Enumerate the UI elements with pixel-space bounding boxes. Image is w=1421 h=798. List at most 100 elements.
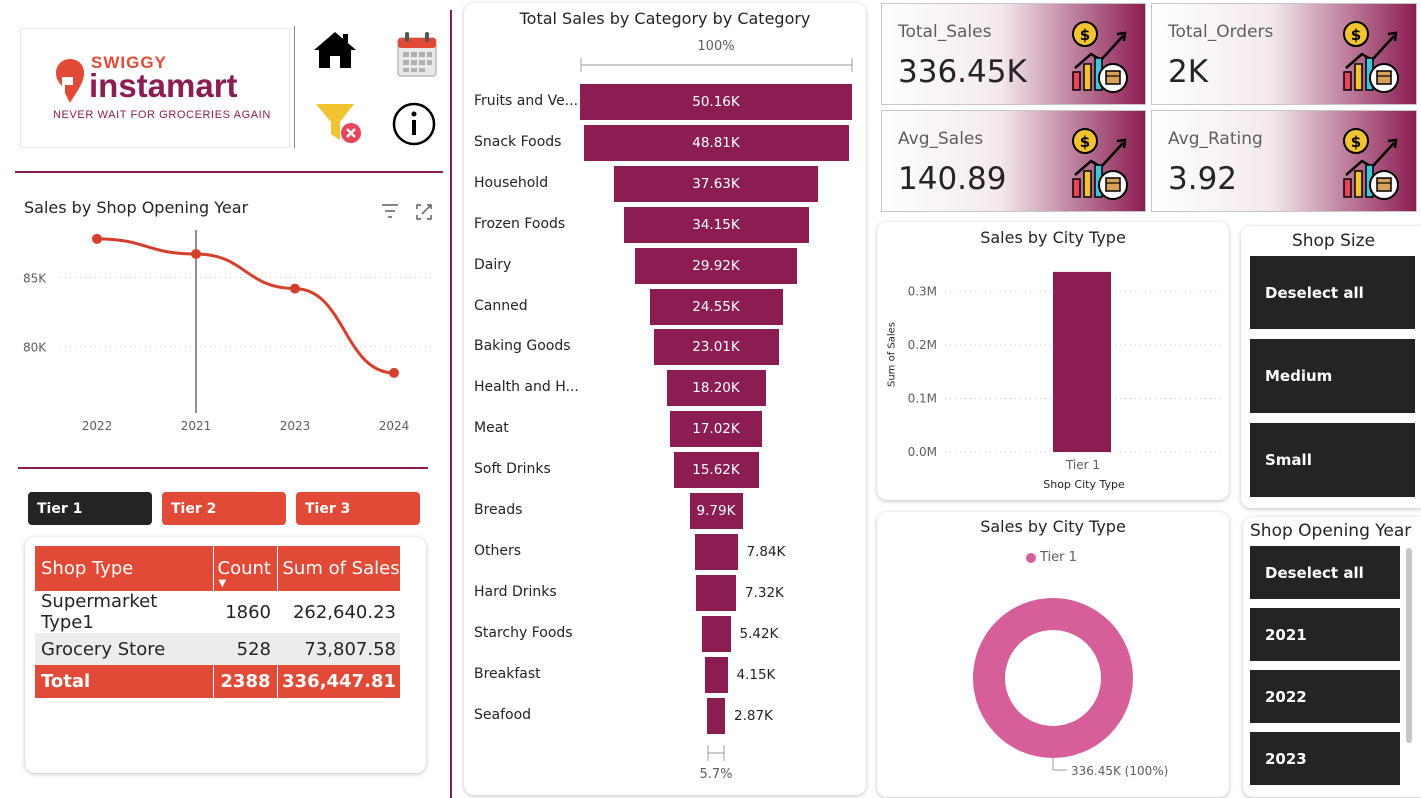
line-chart: 85K 80K 2022 2021 2023 2024 xyxy=(23,230,435,433)
opening-year-2021[interactable]: 2021 xyxy=(1250,608,1400,661)
sales-growth-icon xyxy=(1342,20,1400,94)
funnel-category-label: Starchy Foods xyxy=(474,625,573,641)
vertical-divider xyxy=(450,10,452,798)
clear-filter-icon[interactable] xyxy=(314,102,364,146)
funnel-category-label: Household xyxy=(474,175,549,191)
funnel-bar[interactable]: 24.55K xyxy=(649,289,783,325)
table-row: Supermarket Type1 1860 262,640.23 xyxy=(35,591,400,633)
donut-slice[interactable] xyxy=(973,598,1133,758)
data-point[interactable] xyxy=(389,367,399,378)
kpi-avg-rating-card: Avg_Rating 3.92 xyxy=(1151,110,1417,212)
funnel-bar[interactable] xyxy=(704,657,728,693)
funnel-category-label: Others xyxy=(474,543,522,559)
series-line xyxy=(96,237,395,375)
opening-year-2022[interactable]: 2022 xyxy=(1250,670,1400,723)
funnel-bar[interactable]: 17.02K xyxy=(670,411,762,447)
tier-2-button[interactable]: Tier 2 xyxy=(162,492,286,525)
opening-year-deselect-all[interactable]: Deselect all xyxy=(1250,546,1400,599)
opening-year-title: Shop Opening Year xyxy=(1250,521,1412,541)
funnel-value-label: 7.32K xyxy=(745,585,784,601)
kpi-avg-sales-card: Avg_Sales 140.89 xyxy=(881,110,1146,212)
matrix-total-count: 2388 xyxy=(212,665,277,698)
sales-growth-icon xyxy=(1342,127,1400,201)
filter-icon[interactable] xyxy=(381,203,399,219)
funnel-category-label: Health and H... xyxy=(474,379,579,395)
data-point[interactable] xyxy=(191,249,201,260)
kpi-value: 3.92 xyxy=(1168,161,1238,197)
opening-year-scrollbar[interactable] xyxy=(1406,548,1412,743)
data-point[interactable] xyxy=(290,283,300,294)
logo-divider xyxy=(294,26,295,148)
city-bar-xlabel: Shop City Type xyxy=(1043,478,1125,491)
funnel-bar[interactable] xyxy=(696,575,736,611)
funnel-category-label: Fruits and Ve... xyxy=(474,93,579,109)
funnel-bar[interactable] xyxy=(701,616,731,652)
home-icon[interactable] xyxy=(312,30,358,70)
matrix-total-sales: 336,447.81 xyxy=(276,665,400,698)
kpi-label: Avg_Rating xyxy=(1168,129,1263,149)
bar[interactable] xyxy=(1053,271,1111,452)
funnel-category-label: Dairy xyxy=(474,257,512,273)
funnel-value-label: 7.84K xyxy=(746,544,786,560)
logo: SWIGGY instamart NEVER WAIT FOR GROCERIE… xyxy=(20,28,290,148)
funnel-bar[interactable]: 9.79K xyxy=(689,493,743,529)
funnel-category-label: Frozen Foods xyxy=(474,216,566,232)
y-tick-label: 0.1M xyxy=(908,391,937,405)
x-tick-label: Tier 1 xyxy=(1065,458,1100,472)
line-chart-title: Sales by Shop Opening Year xyxy=(24,198,249,217)
kpi-label: Avg_Sales xyxy=(898,129,984,149)
shop-type-matrix: Shop Type Count ▼ Sum of Sales Supermark… xyxy=(35,546,400,698)
funnel-bar[interactable]: 34.15K xyxy=(623,207,809,243)
kpi-label: Total_Sales xyxy=(898,22,992,42)
opening-year-2023[interactable]: 2023 xyxy=(1250,732,1400,785)
shop-type-matrix-card: Shop Type Count ▼ Sum of Sales Supermark… xyxy=(25,537,426,773)
tier-3-button[interactable]: Tier 3 xyxy=(296,492,420,525)
funnel-category-label: Breads xyxy=(474,502,523,518)
matrix-header-sum-of-sales[interactable]: Sum of Sales xyxy=(276,546,400,591)
funnel-bar[interactable] xyxy=(707,698,725,734)
funnel-category-label: Meat xyxy=(474,420,509,436)
funnel-category-label: Soft Drinks xyxy=(474,461,551,477)
sales-growth-icon xyxy=(1071,20,1129,94)
funnel-top-bracket xyxy=(580,58,853,72)
funnel-category-label: Snack Foods xyxy=(474,134,562,150)
shop-size-small[interactable]: Small xyxy=(1250,423,1415,497)
funnel-bar[interactable]: 37.63K xyxy=(614,166,818,202)
funnel-bar[interactable]: 29.92K xyxy=(635,248,797,284)
focus-mode-icon[interactable] xyxy=(415,203,433,221)
kpi-total-sales-card: Total_Sales 336.45K xyxy=(881,3,1146,105)
tier-1-button[interactable]: Tier 1 xyxy=(28,492,152,525)
data-point[interactable] xyxy=(92,233,102,244)
shop-size-deselect-all[interactable]: Deselect all xyxy=(1250,256,1415,329)
leader-line xyxy=(1052,758,1067,771)
funnel-bar[interactable]: 18.20K xyxy=(666,370,766,406)
matrix-header-shop-type[interactable]: Shop Type xyxy=(35,546,213,591)
y-tick-label: 85K xyxy=(23,272,47,286)
matrix-cell-count: 528 xyxy=(236,638,271,660)
matrix-total-label: Total xyxy=(41,671,91,692)
kpi-value: 336.45K xyxy=(898,54,1027,90)
x-tick-label: 2021 xyxy=(181,419,212,433)
funnel-bar[interactable]: 23.01K xyxy=(653,329,779,365)
x-tick-label: 2022 xyxy=(82,419,113,433)
info-icon[interactable] xyxy=(391,101,437,147)
funnel-bottom-pct: 5.7% xyxy=(699,767,733,782)
shop-size-medium[interactable]: Medium xyxy=(1250,339,1415,413)
city-bar-title: Sales by City Type xyxy=(980,228,1126,247)
funnel-category-label: Canned xyxy=(474,298,528,314)
funnel-bar[interactable]: 15.62K xyxy=(673,452,759,488)
calendar-icon[interactable] xyxy=(396,30,438,78)
funnel-bar[interactable] xyxy=(694,534,738,570)
funnel-category-label: Hard Drinks xyxy=(474,584,557,600)
funnel-bar[interactable]: 48.81K xyxy=(583,125,849,161)
shop-size-title: Shop Size xyxy=(1291,231,1376,251)
kpi-label: Total_Orders xyxy=(1168,22,1274,42)
matrix-header-count[interactable]: Count ▼ xyxy=(212,546,277,591)
matrix-cell-sales: 262,640.23 xyxy=(292,601,396,623)
x-tick-label: 2024 xyxy=(379,419,410,433)
y-tick-label: 0.0M xyxy=(908,445,937,459)
funnel-bar[interactable]: 50.16K xyxy=(580,84,852,120)
funnel-top-pct: 100% xyxy=(697,39,735,54)
city-donut-chart xyxy=(973,598,1133,771)
kpi-value: 140.89 xyxy=(898,161,1007,197)
